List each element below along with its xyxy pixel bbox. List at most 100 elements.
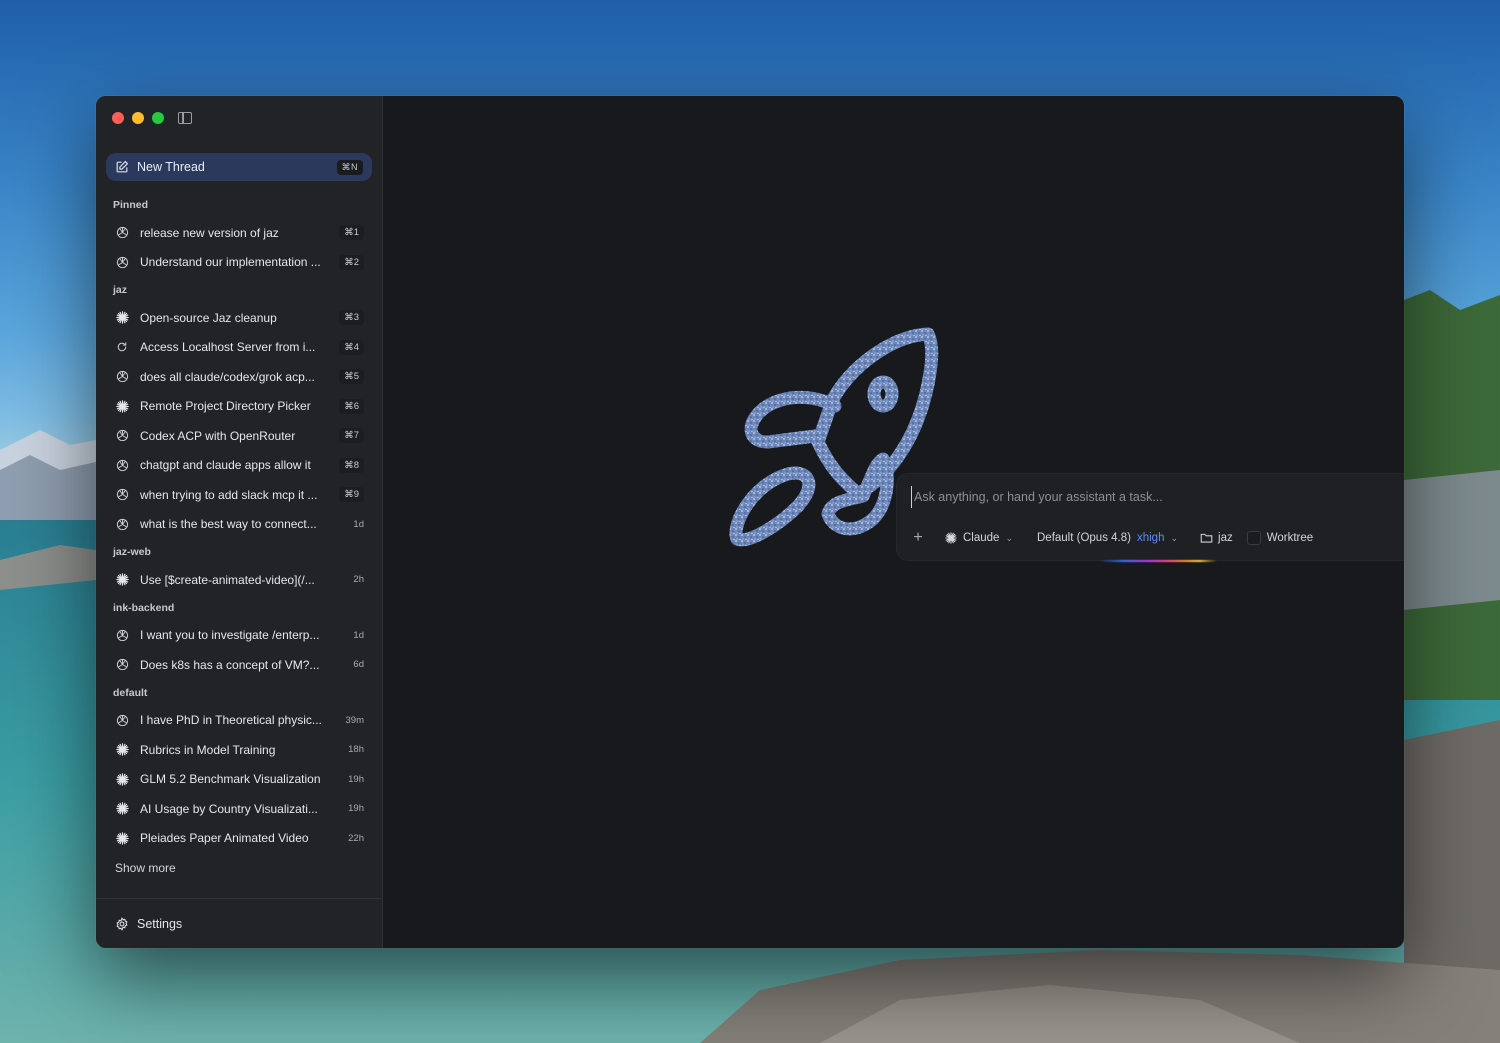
thread-age: 2h [353, 574, 364, 586]
settings-button[interactable]: Settings [96, 898, 382, 948]
agent-selector[interactable]: Claude ⌄ [945, 532, 1013, 544]
window-controls [112, 112, 192, 124]
thread-item[interactable]: when trying to add slack mcp it ... ⌘9 [106, 480, 372, 510]
new-thread-button[interactable]: New Thread ⌘N [106, 153, 372, 181]
gear-icon [116, 916, 128, 931]
close-window-button[interactable] [112, 112, 124, 124]
thread-item[interactable]: Open-source Jaz cleanup ⌘3 [106, 303, 372, 333]
thread-title: I have PhD in Theoretical physic... [140, 713, 322, 728]
thread-title: Pleiades Paper Animated Video [140, 831, 309, 846]
main-area: + Claude ⌄ Default (Opus 4.8) xhigh ⌄ [383, 96, 1404, 948]
thread-item[interactable]: I want you to investigate /enterp... 1d [106, 621, 372, 651]
openai-icon [115, 658, 129, 672]
agent-label: Claude [963, 532, 1000, 544]
thread-title: does all claude/codex/grok acp... [140, 369, 315, 384]
composer-toolbar: + Claude ⌄ Default (Opus 4.8) xhigh ⌄ ja… [909, 523, 1404, 553]
compose-icon [116, 160, 129, 173]
section-label: jaz-web [113, 546, 151, 558]
thread-age: 22h [348, 832, 364, 844]
app-window: New Thread ⌘N Pinned release new version … [96, 96, 1404, 948]
thread-shortcut: ⌘3 [339, 310, 364, 326]
thread-shortcut: ⌘8 [339, 457, 364, 473]
thread-title: Access Localhost Server from i... [140, 340, 316, 355]
attach-plus-icon[interactable]: + [909, 529, 927, 547]
thread-title: Codex ACP with OpenRouter [140, 428, 296, 443]
chevron-down-icon: ⌄ [1005, 532, 1013, 543]
model-selector[interactable]: Default (Opus 4.8) xhigh ⌄ [1037, 532, 1178, 544]
thread-age: 39m [345, 714, 364, 726]
openai-icon [115, 429, 129, 443]
claude-icon [115, 399, 129, 413]
thread-item[interactable]: Understand our implementation ... ⌘2 [106, 248, 372, 278]
folder-label: jaz [1218, 532, 1233, 544]
thread-shortcut: ⌘7 [339, 428, 364, 444]
claude-icon [115, 573, 129, 587]
chevron-down-icon: ⌄ [1170, 532, 1179, 543]
sidebar-toggle-icon[interactable] [178, 112, 192, 124]
thread-shortcut: ⌘6 [339, 398, 364, 414]
thread-title: release new version of jaz [140, 225, 279, 240]
thread-title: chatgpt and claude apps allow it [140, 458, 311, 473]
worktree-label: Worktree [1266, 532, 1314, 544]
thread-item[interactable]: Codex ACP with OpenRouter ⌘7 [106, 421, 372, 451]
openai-icon [115, 370, 129, 384]
thread-title: Remote Project Directory Picker [140, 399, 311, 414]
new-thread-label: New Thread [137, 160, 205, 174]
folder-icon [1200, 533, 1213, 543]
thread-title: Use [$create-animated-video](/... [140, 572, 315, 587]
thread-item[interactable]: Rubrics in Model Training 18h [106, 735, 372, 765]
thread-item[interactable]: Access Localhost Server from i... ⌘4 [106, 333, 372, 363]
prompt-input[interactable] [911, 486, 1404, 508]
thread-item[interactable]: Does k8s has a concept of VM?... 6d [106, 650, 372, 680]
thread-shortcut: ⌘4 [339, 339, 364, 355]
thread-age: 1d [353, 518, 364, 530]
thread-title: AI Usage by Country Visualizati... [140, 801, 318, 816]
thread-list: Pinned release new version of jaz ⌘1 Unders… [106, 192, 372, 883]
openai-icon [115, 517, 129, 531]
thread-title: what is the best way to connect... [140, 517, 317, 532]
show-more-link[interactable]: Show more [106, 853, 372, 883]
section-label: jaz [113, 284, 128, 296]
worktree-toggle[interactable]: Worktree [1246, 531, 1314, 545]
settings-label: Settings [137, 916, 183, 931]
thread-item[interactable]: does all claude/codex/grok acp... ⌘5 [106, 362, 372, 392]
claude-icon [115, 831, 129, 845]
worktree-checkbox[interactable] [1246, 531, 1261, 545]
thread-item[interactable]: Use [$create-animated-video](/... 2h [106, 565, 372, 595]
zoom-window-button[interactable] [152, 112, 164, 124]
openai-icon [115, 226, 129, 240]
openai-icon [115, 255, 129, 269]
composer: + Claude ⌄ Default (Opus 4.8) xhigh ⌄ [896, 473, 1404, 562]
openai-icon [115, 713, 129, 727]
rainbow-glow [1099, 560, 1217, 562]
minimize-window-button[interactable] [132, 112, 144, 124]
thread-item[interactable]: Pleiades Paper Animated Video 22h [106, 824, 372, 854]
thread-age: 19h [348, 803, 364, 815]
openai-icon [115, 458, 129, 472]
thread-title: Does k8s has a concept of VM?... [140, 657, 320, 672]
claude-icon [115, 772, 129, 786]
thread-item[interactable]: release new version of jaz ⌘1 [106, 218, 372, 248]
effort-label: xhigh [1136, 532, 1165, 544]
section-label: Pinned [113, 199, 149, 211]
thread-age: 19h [348, 773, 364, 785]
thread-title: GLM 5.2 Benchmark Visualization [140, 772, 321, 787]
thread-item[interactable]: I have PhD in Theoretical physic... 39m [106, 706, 372, 736]
section-label: ink-backend [113, 601, 175, 614]
thread-item[interactable]: GLM 5.2 Benchmark Visualization 19h [106, 765, 372, 795]
thread-title: I want you to investigate /enterp... [140, 628, 320, 643]
openai-icon [115, 488, 129, 502]
thread-item[interactable]: what is the best way to connect... 1d [106, 510, 372, 540]
new-thread-shortcut: ⌘N [336, 159, 363, 175]
thread-title: when trying to add slack mcp it ... [140, 487, 318, 502]
claude-icon [945, 532, 957, 544]
thread-item[interactable]: Remote Project Directory Picker ⌘6 [106, 392, 372, 422]
openai-icon [115, 628, 129, 642]
folder-selector[interactable]: jaz [1200, 532, 1233, 544]
thread-item[interactable]: chatgpt and claude apps allow it ⌘8 [106, 451, 372, 481]
thread-title: Understand our implementation ... [140, 255, 321, 270]
thread-title: Rubrics in Model Training [140, 742, 276, 757]
thread-shortcut: ⌘9 [339, 487, 364, 503]
section-label: default [113, 686, 148, 699]
thread-item[interactable]: AI Usage by Country Visualizati... 19h [106, 794, 372, 824]
